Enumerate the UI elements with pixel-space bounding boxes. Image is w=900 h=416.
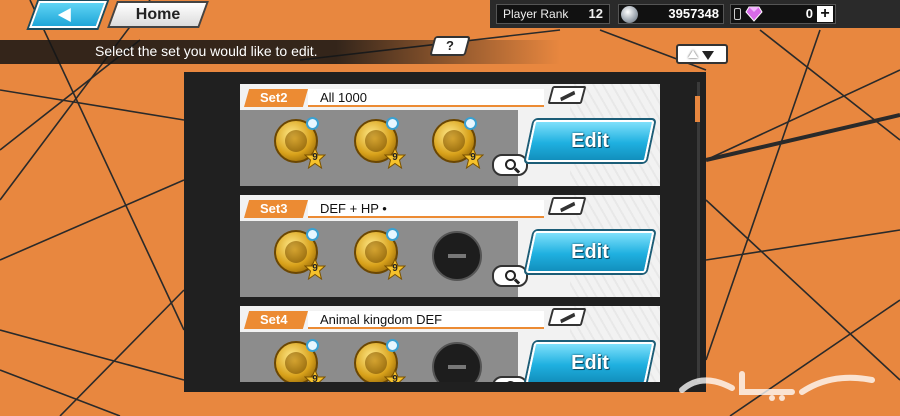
medal-slot[interactable]: 9: [432, 117, 485, 170]
set-header: Set3 DEF + HP •: [240, 197, 660, 218]
gem-value: 0: [805, 6, 813, 21]
lock-icon: [386, 228, 399, 241]
zoom-button[interactable]: [492, 265, 528, 287]
edit-button-label: Edit: [571, 130, 609, 152]
edit-button-label: Edit: [571, 352, 609, 374]
set-header: Set2 All 1000: [240, 86, 660, 107]
scrollbar-thumb[interactable]: [695, 96, 700, 122]
star-icon: 9: [303, 146, 327, 170]
pencil-icon: [560, 201, 576, 213]
edit-button-label: Edit: [571, 241, 609, 263]
watermark-logo: [679, 371, 875, 401]
set-name: DEF + HP •: [320, 201, 387, 216]
star-icon: 9: [461, 146, 485, 170]
star-icon: 9: [303, 368, 327, 382]
pencil-icon: [560, 312, 576, 324]
coin-counter: 3957348: [618, 4, 724, 24]
star-count: 9: [312, 374, 318, 382]
lock-icon: [306, 228, 319, 241]
sort-up-icon: [688, 50, 698, 58]
lock-icon: [306, 339, 319, 352]
set-tag: Set3: [244, 200, 308, 218]
empty-medal-slot[interactable]: [432, 231, 482, 281]
medal-slot[interactable]: 9: [354, 228, 407, 281]
medal-slot[interactable]: 9: [354, 339, 407, 382]
set-name: All 1000: [320, 90, 367, 105]
gem-counter: 0 +: [730, 4, 836, 24]
sort-button[interactable]: [676, 44, 728, 64]
scrollbar-track[interactable]: [697, 82, 700, 382]
zoom-button[interactable]: [492, 376, 528, 382]
add-gems-button[interactable]: +: [817, 6, 833, 22]
back-button[interactable]: [29, 1, 107, 28]
help-button[interactable]: ?: [429, 36, 471, 56]
minus-icon: [448, 365, 466, 369]
player-rank-box: Player Rank 12: [496, 4, 610, 24]
star-count: 9: [312, 152, 318, 163]
coin-value: 3957348: [668, 6, 719, 21]
magnifier-handle: [513, 167, 521, 174]
magnifier-icon: [505, 381, 516, 382]
set-name: Animal kingdom DEF: [320, 312, 443, 327]
lock-icon: [306, 117, 319, 130]
player-rank-value: 12: [588, 6, 603, 21]
sort-down-icon: [702, 51, 714, 60]
edit-button[interactable]: Edit: [525, 231, 655, 273]
edit-button[interactable]: Edit: [525, 342, 655, 382]
edit-button[interactable]: Edit: [525, 120, 655, 162]
coin-icon: [621, 6, 638, 23]
star-icon: 9: [383, 368, 407, 382]
back-arrow-icon: [57, 8, 71, 22]
star-count: 9: [392, 263, 398, 274]
lock-icon: [386, 339, 399, 352]
rename-button[interactable]: [547, 197, 587, 215]
star-count: 9: [470, 152, 476, 163]
star-count: 9: [312, 263, 318, 274]
star-icon: 9: [303, 257, 327, 281]
set-tag: Set2: [244, 89, 308, 107]
lock-icon: [386, 117, 399, 130]
instruction-text: Select the set you would like to edit.: [95, 43, 318, 59]
zoom-button[interactable]: [492, 154, 528, 176]
medal-slot[interactable]: 9: [274, 339, 327, 382]
gem-icon: [745, 6, 763, 22]
rename-button[interactable]: [547, 86, 587, 104]
star-count: 9: [392, 374, 398, 382]
magnifier-handle: [513, 278, 521, 285]
minus-icon: [448, 254, 466, 258]
medal-slot[interactable]: 9: [274, 228, 327, 281]
top-bar: Home Player Rank 12 3957348 0 +: [0, 0, 900, 30]
set-card: Set4 Animal kingdom DEF 9 9 Edit: [240, 306, 660, 382]
rename-button[interactable]: [547, 308, 587, 326]
set-tag: Set4: [244, 311, 308, 329]
set-header: Set4 Animal kingdom DEF: [240, 308, 660, 329]
pencil-icon: [560, 90, 576, 102]
set-card: Set2 All 1000 9 9 9 Edit: [240, 84, 660, 186]
set-list: Set2 All 1000 9 9 9 Edit Set3 DEF + HP •…: [184, 82, 684, 382]
medal-slot[interactable]: 9: [274, 117, 327, 170]
home-button-label: Home: [135, 6, 181, 23]
star-icon: 9: [383, 146, 407, 170]
player-rank-label: Player Rank: [503, 7, 569, 21]
help-icon: ?: [446, 38, 454, 53]
star-icon: 9: [383, 257, 407, 281]
home-button[interactable]: Home: [107, 1, 209, 28]
lock-icon: [464, 117, 477, 130]
set-card: Set3 DEF + HP • 9 9 Edit: [240, 195, 660, 297]
medal-slot[interactable]: 9: [354, 117, 407, 170]
stamina-icon: [734, 8, 741, 20]
star-count: 9: [392, 152, 398, 163]
